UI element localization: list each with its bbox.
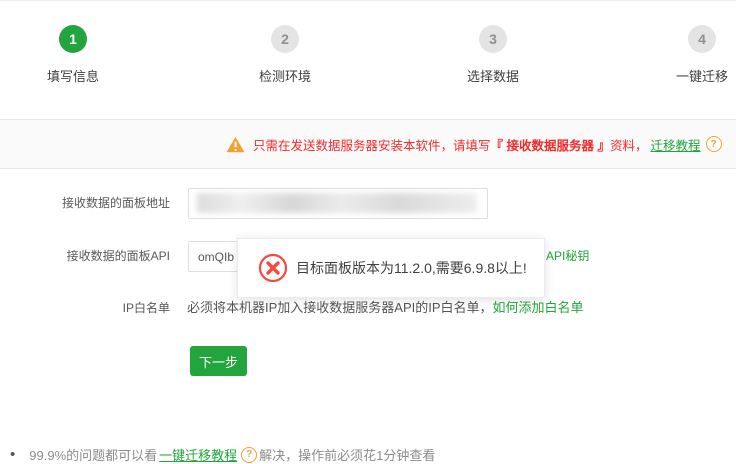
- step-4-label: 一键迁移: [675, 69, 728, 84]
- step-3-circle: 3: [479, 25, 507, 53]
- next-step-button[interactable]: 下一步: [190, 346, 247, 376]
- bullet-icon: •: [10, 446, 16, 463]
- step-4-circle: 4: [688, 25, 716, 53]
- ip-whitelist-text: 必须将本机器IP加入接收数据服务器API的IP白名单，: [187, 300, 493, 315]
- footer-tutorial-link[interactable]: 一键迁移教程: [159, 445, 237, 464]
- step-2-label: 检测环境: [258, 69, 311, 84]
- panel-address-input[interactable]: [188, 188, 488, 219]
- error-circle-x-icon: [258, 253, 288, 283]
- footer-text-prefix: 99.9%的问题都可以看: [29, 448, 158, 463]
- ip-whitelist-label: IP白名单: [122, 301, 170, 315]
- panel-api-label: 接收数据的面板API: [66, 249, 170, 263]
- step-one-click-migrate: 4 一键迁移: [642, 25, 736, 85]
- footer-text-suffix: 解决，操作前必须花1分钟查看: [259, 448, 436, 463]
- error-message: 目标面板版本为11.2.0,需要6.9.8以上!: [296, 260, 527, 276]
- warning-triangle-icon: [226, 136, 245, 152]
- step-1-label: 填写信息: [46, 69, 99, 84]
- step-check-env: 2 检测环境: [225, 25, 345, 85]
- warning-banner: 只需在发送数据服务器安装本软件，请填写『 接收数据服务器 』资料， 迁移教程 ?: [0, 119, 736, 169]
- panel-address-label: 接收数据的面板地址: [61, 196, 170, 210]
- footer-help-icon[interactable]: ?: [241, 446, 258, 463]
- banner-text-emphasis: 『 接收数据服务器 』: [490, 138, 610, 153]
- step-fill-info: 1 填写信息: [13, 25, 133, 85]
- migration-tutorial-link[interactable]: 迁移教程: [650, 135, 700, 154]
- api-key-link-fragment[interactable]: API秘钥: [546, 241, 589, 272]
- error-toast: 目标面板版本为11.2.0,需要6.9.8以上!: [237, 238, 545, 298]
- migration-wizard-page: 1 填写信息 2 检测环境 3 选择数据 4 一键迁移 只需在发送数据服务器安装…: [0, 0, 736, 464]
- step-1-circle: 1: [59, 25, 87, 53]
- step-select-data: 3 选择数据: [433, 25, 553, 85]
- banner-text-prefix: 只需在发送数据服务器安装本软件，请填写: [253, 138, 491, 153]
- banner-help-icon[interactable]: ?: [705, 136, 722, 152]
- ip-whitelist-description: 必须将本机器IP加入接收数据服务器API的IP白名单，如何添加白名单: [187, 300, 584, 316]
- step-2-circle: 2: [271, 25, 299, 53]
- add-whitelist-link[interactable]: 如何添加白名单: [493, 300, 584, 315]
- footer-tip: • 99.9%的问题都可以看 一键迁移教程 ? 解决，操作前必须花1分钟查看: [10, 445, 435, 464]
- banner-text-suffix: 资料，: [609, 138, 648, 153]
- step-3-label: 选择数据: [466, 69, 519, 84]
